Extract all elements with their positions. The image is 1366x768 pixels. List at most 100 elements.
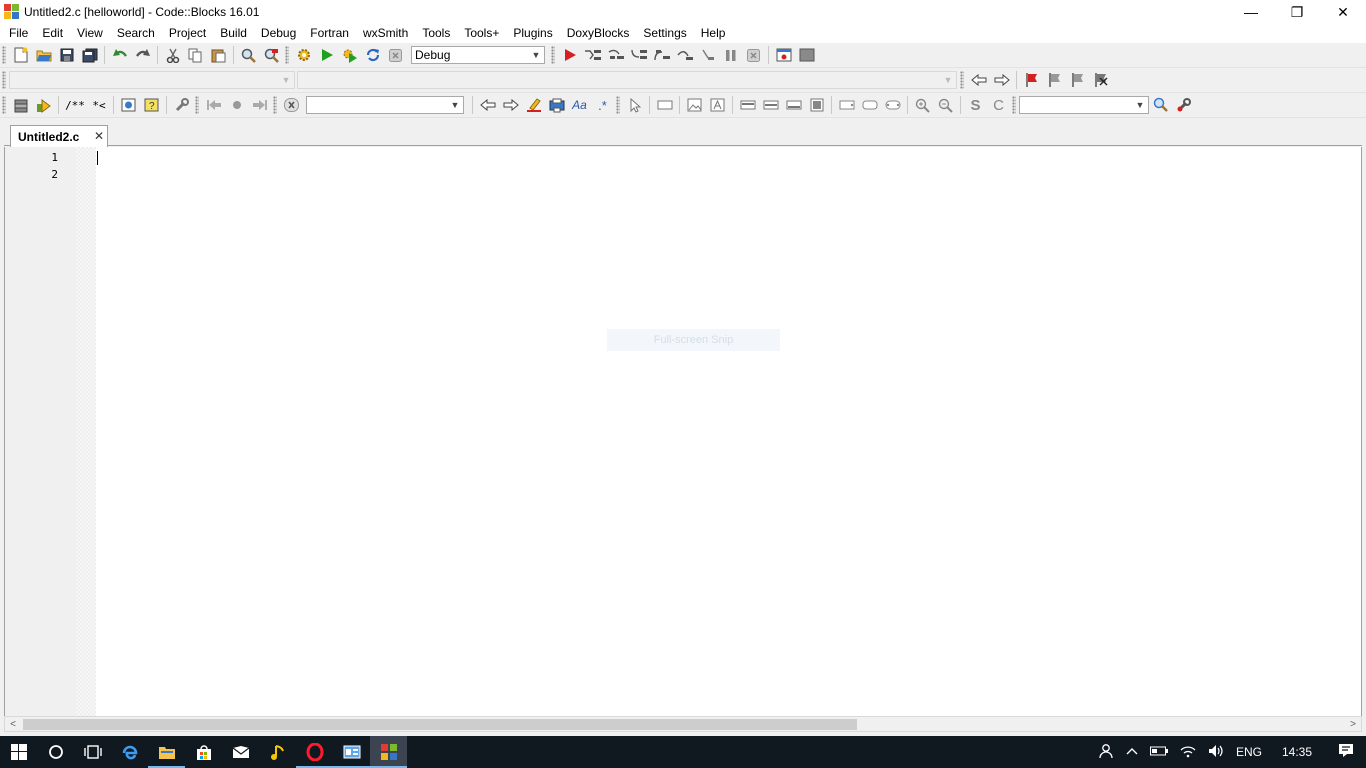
stop-debug-icon[interactable] [742, 44, 765, 66]
edge-browser-icon[interactable] [111, 736, 148, 768]
cortana-search-icon[interactable] [37, 736, 74, 768]
clear-search-icon[interactable] [280, 94, 303, 116]
function-select[interactable]: ▼ [297, 71, 957, 89]
close-icon[interactable]: ✕ [94, 129, 104, 143]
input-language[interactable]: ENG [1230, 745, 1268, 759]
symbol-settings-icon[interactable] [1172, 94, 1195, 116]
debug-windows-icon[interactable] [772, 44, 795, 66]
run-html-icon[interactable] [117, 94, 140, 116]
tab-untitled2[interactable]: Untitled2.c ✕ [10, 125, 108, 147]
browse-back-icon[interactable] [202, 94, 225, 116]
cut-icon[interactable] [161, 44, 184, 66]
menu-plugins[interactable]: Plugins [506, 24, 559, 43]
shape-rect-icon[interactable] [835, 94, 858, 116]
toolbar-grip[interactable] [1012, 96, 1016, 114]
replace-icon[interactable] [260, 44, 283, 66]
build-target-select[interactable]: Debug ▼ [411, 46, 545, 64]
mail-icon[interactable] [222, 736, 259, 768]
clock-time[interactable]: 14:35 [1268, 745, 1326, 759]
menu-search[interactable]: Search [110, 24, 162, 43]
codeblocks-taskbar-icon[interactable] [370, 736, 407, 768]
toolbar-grip[interactable] [2, 46, 6, 64]
minimize-button[interactable]: — [1228, 0, 1274, 24]
store-icon[interactable] [185, 736, 222, 768]
new-file-icon[interactable] [9, 44, 32, 66]
opera-browser-icon[interactable] [296, 736, 333, 768]
file-explorer-icon[interactable] [148, 736, 185, 768]
build-gear-icon[interactable] [292, 44, 315, 66]
rebuild-icon[interactable] [361, 44, 384, 66]
next-bookmark-icon[interactable] [1066, 69, 1089, 91]
extract-docs-icon[interactable] [32, 94, 55, 116]
browse-home-icon[interactable] [225, 94, 248, 116]
jump-back-icon[interactable] [967, 69, 990, 91]
menu-doxyblocks[interactable]: DoxyBlocks [560, 24, 637, 43]
toolbar-grip[interactable] [285, 46, 289, 64]
menu-help[interactable]: Help [694, 24, 733, 43]
paste-icon[interactable] [207, 44, 230, 66]
scroll-right-icon[interactable]: > [1345, 717, 1361, 732]
abort-icon[interactable] [384, 44, 407, 66]
search-prev-icon[interactable] [476, 94, 499, 116]
menu-tools-plus[interactable]: Tools+ [457, 24, 506, 43]
s-shape-icon[interactable]: S [964, 94, 987, 116]
run-to-cursor-icon[interactable] [581, 44, 604, 66]
symbol-search-select[interactable]: ▼ [1019, 96, 1149, 114]
menu-debug[interactable]: Debug [254, 24, 303, 43]
menu-build[interactable]: Build [213, 24, 254, 43]
various-info-icon[interactable] [795, 44, 818, 66]
maximize-button[interactable]: ❐ [1274, 0, 1320, 24]
music-app-icon[interactable] [259, 736, 296, 768]
task-view-icon[interactable] [74, 736, 111, 768]
doxywizard-icon[interactable] [9, 94, 32, 116]
menu-settings[interactable]: Settings [636, 24, 693, 43]
build-run-icon[interactable] [338, 44, 361, 66]
line-comment-button[interactable]: *< [88, 94, 110, 116]
wifi-icon[interactable] [1174, 744, 1202, 761]
redo-icon[interactable] [131, 44, 154, 66]
selected-text-only-icon[interactable] [545, 94, 568, 116]
horizontal-scrollbar[interactable]: < > [4, 716, 1362, 732]
find-icon[interactable] [237, 44, 260, 66]
c-shape-icon[interactable]: C [987, 94, 1010, 116]
menu-project[interactable]: Project [162, 24, 213, 43]
block-comment-button[interactable]: /** [62, 94, 88, 116]
frame-tool-icon[interactable] [653, 94, 676, 116]
match-case-icon[interactable]: Aa [568, 94, 591, 116]
next-line-icon[interactable] [604, 44, 627, 66]
scrollbar-thumb[interactable] [23, 719, 857, 730]
step-into-icon[interactable] [627, 44, 650, 66]
fold-margin[interactable] [76, 147, 96, 716]
control-panel-icon[interactable] [333, 736, 370, 768]
run-chm-icon[interactable]: ? [140, 94, 163, 116]
action-center-icon[interactable] [1326, 743, 1366, 761]
shape-rounded-icon[interactable] [858, 94, 881, 116]
align-middle-icon[interactable] [759, 94, 782, 116]
zoom-in-icon[interactable] [911, 94, 934, 116]
highlight-icon[interactable] [522, 94, 545, 116]
close-button[interactable]: ✕ [1320, 0, 1366, 24]
scope-select[interactable]: ▼ [9, 71, 295, 89]
text-tool-icon[interactable] [706, 94, 729, 116]
prev-bookmark-icon[interactable] [1043, 69, 1066, 91]
menu-wxsmith[interactable]: wxSmith [356, 24, 415, 43]
doxyblocks-config-icon[interactable] [170, 94, 193, 116]
menu-edit[interactable]: Edit [35, 24, 70, 43]
save-icon[interactable] [55, 44, 78, 66]
windows-start-icon[interactable] [0, 736, 37, 768]
pause-icon[interactable] [719, 44, 742, 66]
search-next-icon[interactable] [499, 94, 522, 116]
menu-file[interactable]: File [2, 24, 35, 43]
toolbar-grip[interactable] [616, 96, 620, 114]
open-folder-icon[interactable] [32, 44, 55, 66]
people-icon[interactable] [1092, 743, 1120, 762]
symbol-search-icon[interactable] [1149, 94, 1172, 116]
shape-oval-icon[interactable] [881, 94, 904, 116]
align-bottom-icon[interactable] [782, 94, 805, 116]
toolbar-grip[interactable] [2, 96, 6, 114]
align-top-icon[interactable] [736, 94, 759, 116]
zoom-out-icon[interactable] [934, 94, 957, 116]
toggle-bookmark-icon[interactable] [1020, 69, 1043, 91]
run-icon[interactable] [315, 44, 338, 66]
scroll-left-icon[interactable]: < [5, 717, 21, 732]
